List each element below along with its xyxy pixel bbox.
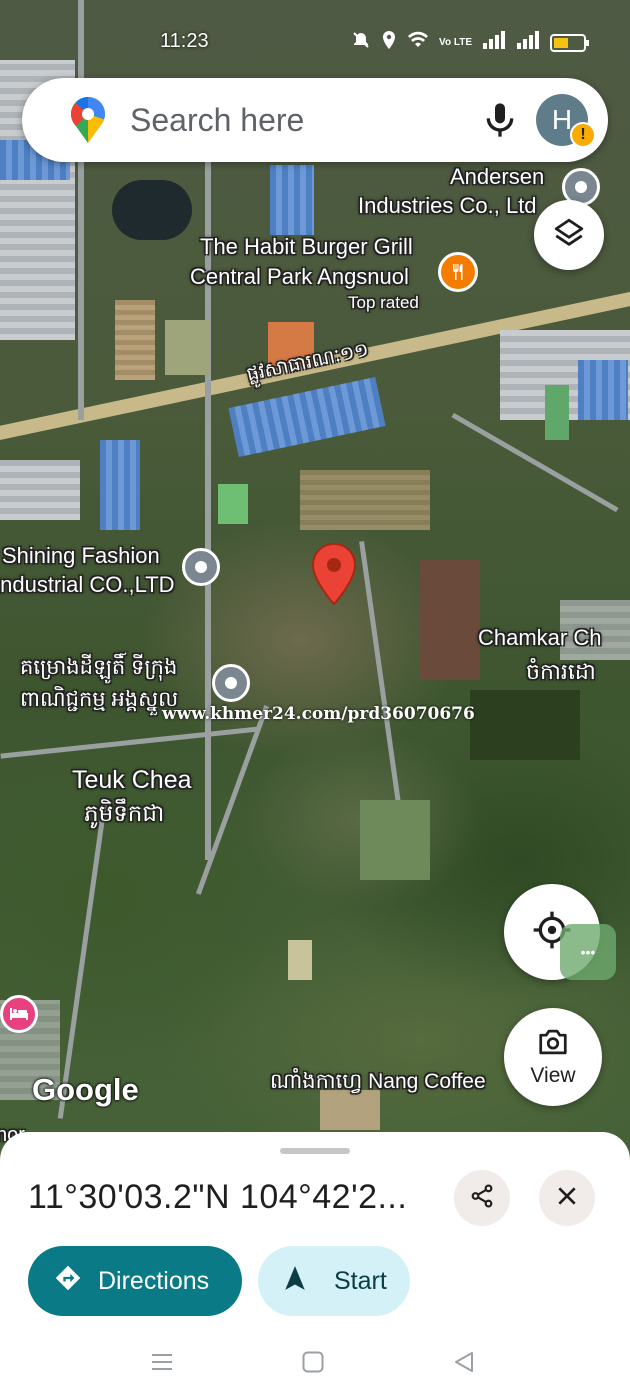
start-label: Start bbox=[334, 1266, 387, 1295]
mute-icon bbox=[351, 30, 371, 56]
location-icon bbox=[381, 30, 397, 56]
buildings bbox=[115, 300, 155, 380]
poi-label[interactable]: Industrial CO.,LTD bbox=[0, 572, 175, 598]
close-icon bbox=[556, 1185, 578, 1212]
camera-search-icon bbox=[536, 1027, 570, 1062]
status-bar: 11:23 Vo LTE bbox=[0, 20, 630, 64]
watermark: www.khmer24.com/prd36070676 bbox=[162, 704, 475, 724]
fork-knife-icon[interactable] bbox=[438, 252, 478, 292]
poi-label[interactable]: គម្រោងដីឡូតិ៍ ទីក្រុង bbox=[20, 654, 177, 685]
directions-label: Directions bbox=[98, 1266, 210, 1295]
home-nav-icon[interactable] bbox=[301, 1350, 325, 1379]
navigation-arrow-icon bbox=[284, 1265, 306, 1298]
place-label[interactable]: Chamkar Ch bbox=[478, 625, 601, 651]
place-label[interactable]: Teuk Chea bbox=[72, 766, 192, 795]
close-button[interactable] bbox=[539, 1170, 595, 1226]
volte-label: Vo LTE bbox=[439, 37, 472, 48]
mic-icon[interactable] bbox=[480, 100, 520, 145]
buildings bbox=[100, 440, 140, 530]
houses bbox=[300, 470, 430, 530]
buildings bbox=[270, 165, 314, 235]
place-label[interactable]: ភូមិទឹកជា bbox=[84, 800, 164, 833]
field bbox=[545, 385, 569, 440]
share-icon bbox=[469, 1183, 495, 1214]
poi-pin-icon[interactable] bbox=[212, 664, 250, 702]
battery-icon bbox=[550, 34, 589, 52]
poi-label[interactable]: ណាំងកាហ្វេ Nang Coffee bbox=[270, 1068, 486, 1099]
road bbox=[0, 726, 260, 759]
poi-label[interactable]: Industries Co., Ltd bbox=[358, 193, 537, 219]
poi-label[interactable]: Andersen bbox=[450, 164, 544, 190]
share-button[interactable] bbox=[454, 1170, 510, 1226]
hotel-bed-icon[interactable] bbox=[0, 995, 38, 1033]
road bbox=[359, 541, 406, 839]
poi-label[interactable]: ពាណិជ្ជកម្ម អង្គស្នួល bbox=[20, 686, 178, 717]
field bbox=[420, 560, 480, 680]
back-nav-icon[interactable] bbox=[452, 1350, 476, 1379]
search-input[interactable]: Search here bbox=[130, 102, 304, 139]
field bbox=[165, 320, 210, 375]
poi-pin-icon[interactable] bbox=[182, 548, 220, 586]
signal-icon bbox=[516, 31, 540, 55]
place-label[interactable]: ចំការដោ bbox=[526, 658, 596, 690]
pond bbox=[112, 180, 192, 240]
view-label: View bbox=[530, 1063, 576, 1087]
poi-label[interactable]: Shining Fashion bbox=[2, 543, 160, 569]
directions-icon bbox=[54, 1264, 82, 1299]
poi-label[interactable]: Central Park Angsnuol bbox=[190, 264, 409, 290]
layers-button[interactable] bbox=[534, 200, 604, 270]
field bbox=[288, 940, 312, 980]
view-button[interactable]: View bbox=[504, 1008, 602, 1106]
poi-label[interactable]: The Habit Burger Grill bbox=[200, 234, 413, 260]
field bbox=[470, 690, 580, 760]
sheet-drag-handle[interactable] bbox=[280, 1148, 350, 1154]
system-nav-bar bbox=[0, 1330, 630, 1400]
google-logo: Google bbox=[32, 1072, 139, 1107]
poi-rating-label: Top rated bbox=[348, 293, 419, 312]
layers-icon bbox=[552, 216, 586, 255]
floating-chat-bubble[interactable]: ••• bbox=[560, 924, 616, 980]
search-bar[interactable]: Search here H ! bbox=[22, 78, 608, 162]
signal-icon bbox=[482, 31, 506, 55]
menu-nav-icon[interactable] bbox=[150, 1350, 174, 1379]
satellite-map[interactable]: Andersen Industries Co., Ltd The Habit B… bbox=[0, 0, 630, 1160]
buildings bbox=[0, 460, 80, 520]
directions-button[interactable]: Directions bbox=[28, 1246, 242, 1316]
wifi-icon bbox=[407, 31, 429, 55]
status-time: 11:23 bbox=[160, 30, 209, 52]
field bbox=[360, 800, 430, 880]
coordinates-title: 11°30'03.2"N 104°42'2... bbox=[28, 1178, 408, 1216]
buildings bbox=[578, 360, 628, 420]
field bbox=[218, 484, 248, 524]
start-button[interactable]: Start bbox=[258, 1246, 410, 1316]
dropped-pin-icon[interactable] bbox=[311, 542, 357, 611]
google-maps-pin-icon bbox=[70, 96, 106, 149]
warning-badge-icon: ! bbox=[570, 122, 596, 148]
road bbox=[451, 412, 619, 513]
